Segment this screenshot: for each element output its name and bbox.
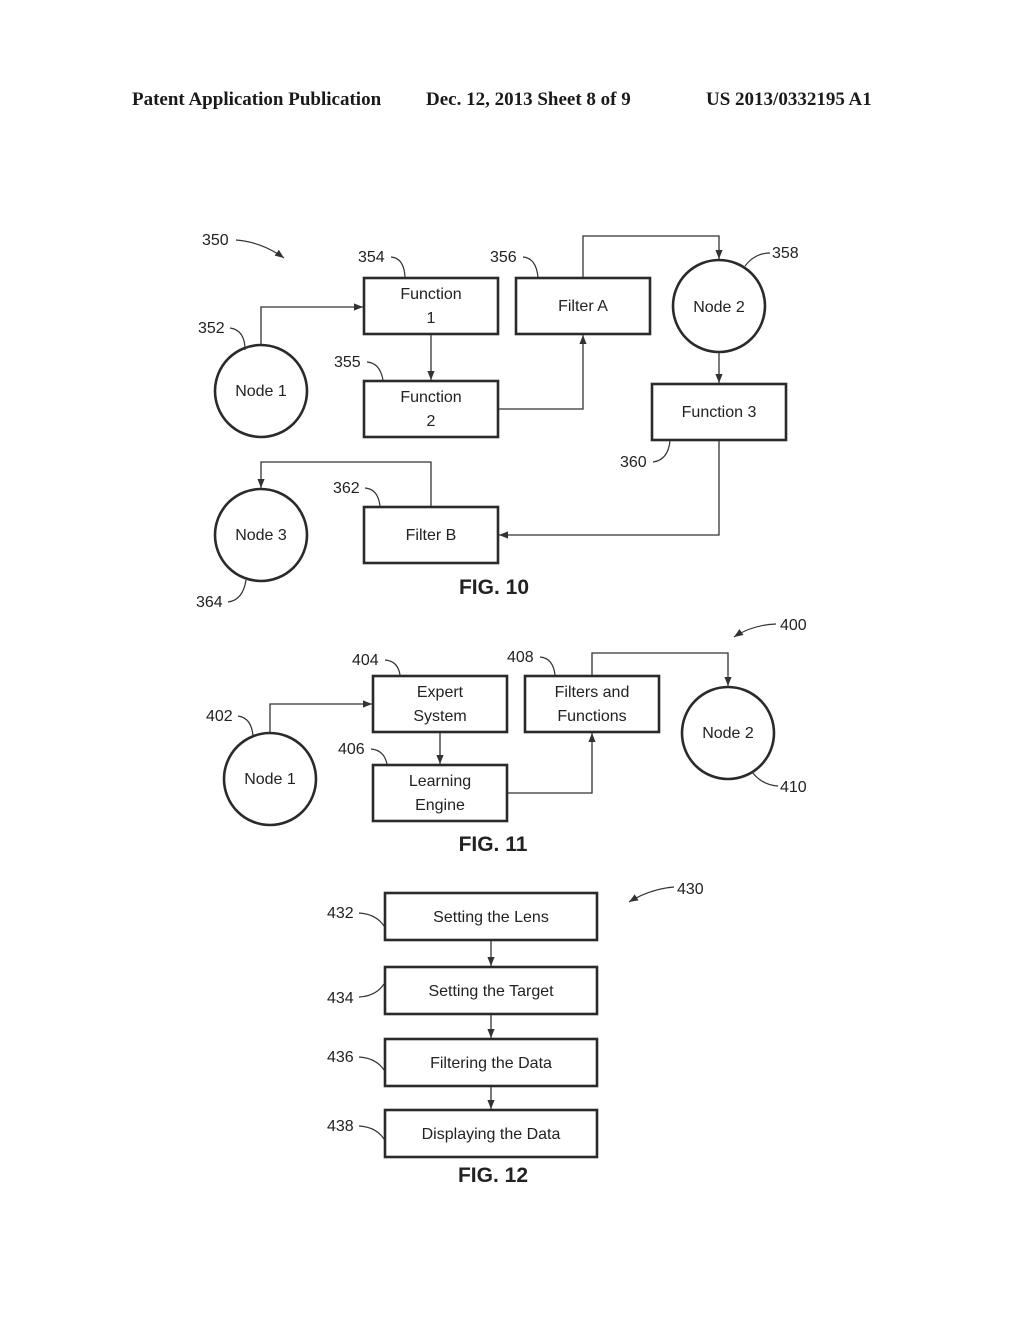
fig10-function1-line2: 1 <box>427 310 436 327</box>
fig-10: 350 Node 1 352 Function 1 354 Function 2… <box>196 232 799 611</box>
ref-350-arrow <box>235 239 285 259</box>
ref-360-leader <box>652 440 671 463</box>
step-label: Filtering the Data <box>430 1055 552 1072</box>
ref-430-arrow <box>628 886 675 903</box>
fig10-node2-label: Node 2 <box>693 299 745 316</box>
ref-358: 358 <box>772 245 799 262</box>
ref-434-leader <box>358 983 385 998</box>
ref-402-leader <box>237 715 254 738</box>
fig10-function3-label: Function 3 <box>682 404 757 421</box>
fig11-node1-label: Node 1 <box>244 771 296 788</box>
ref-400: 400 <box>780 617 807 634</box>
fig11-expert-line2: System <box>413 708 466 725</box>
ref-408: 408 <box>507 649 534 666</box>
fig10-filter-a-label: Filter A <box>558 298 608 315</box>
step-436: Filtering the Data 436 <box>327 1037 599 1088</box>
fig10-caption: FIG. 10 <box>459 576 529 599</box>
ref-364-leader <box>227 579 247 603</box>
ref-436-leader <box>358 1056 385 1071</box>
ref-408-leader <box>539 656 556 676</box>
fig11-node2-label: Node 2 <box>702 725 754 742</box>
ref-400-arrow <box>733 623 777 638</box>
ref-402: 402 <box>206 708 233 725</box>
fig11-expert-line1: Expert <box>417 684 464 701</box>
step-434: Setting the Target 434 <box>327 965 599 1016</box>
fig11-filters-line2: Functions <box>557 708 626 725</box>
ref-430: 430 <box>677 881 704 898</box>
step-438: Displaying the Data 438 <box>327 1108 599 1159</box>
fig-12: 430 Setting the Lens 432 Setting the Tar… <box>327 881 704 1187</box>
edge-node1-function1 <box>260 303 363 345</box>
step-432: Setting the Lens 432 <box>327 891 599 942</box>
step-label: Setting the Lens <box>433 909 549 926</box>
ref-436: 436 <box>327 1049 354 1066</box>
patent-figures: 350 Node 1 352 Function 1 354 Function 2… <box>196 232 807 1187</box>
step-label: Setting the Target <box>428 983 554 1000</box>
ref-360: 360 <box>620 454 647 471</box>
ref-356-leader <box>522 256 539 278</box>
ref-406: 406 <box>338 741 365 758</box>
ref-355: 355 <box>334 354 361 371</box>
ref-438-leader <box>358 1125 385 1140</box>
edge-function3-filter-b <box>499 441 720 539</box>
step-label: Displaying the Data <box>422 1126 561 1143</box>
fig10-function2-line2: 2 <box>427 413 436 430</box>
ref-350: 350 <box>202 232 229 249</box>
ref-406-leader <box>370 748 388 765</box>
fig-11: 400 Node 1 402 Expert System 404 Learnin… <box>206 617 807 856</box>
ref-354-leader <box>390 256 406 278</box>
ref-356: 356 <box>490 249 517 266</box>
ref-355-leader <box>366 361 384 381</box>
edge-learning-filters <box>508 733 596 794</box>
ref-410: 410 <box>780 779 807 796</box>
ref-362: 362 <box>333 480 360 497</box>
ref-354: 354 <box>358 249 385 266</box>
ref-432: 432 <box>327 905 354 922</box>
ref-438: 438 <box>327 1118 354 1135</box>
ref-404-leader <box>384 659 401 676</box>
fig11-filters-line1: Filters and <box>555 684 630 701</box>
fig10-function2-line1: Function <box>400 389 461 406</box>
fig12-caption: FIG. 12 <box>458 1164 528 1187</box>
ref-352-leader <box>229 327 246 351</box>
ref-410-leader <box>751 771 779 787</box>
edge-node1-expert <box>269 700 372 733</box>
fig10-filter-b-label: Filter B <box>406 527 457 544</box>
fig11-caption: FIG. 11 <box>459 833 528 856</box>
fig11-learning-line1: Learning <box>409 773 471 790</box>
ref-352: 352 <box>198 320 225 337</box>
fig11-learning-line2: Engine <box>415 797 465 814</box>
edge-function2-filter-a <box>499 335 587 410</box>
ref-434: 434 <box>327 990 354 1007</box>
fig10-node1-label: Node 1 <box>235 383 287 400</box>
ref-432-leader <box>358 912 385 927</box>
fig10-node3-label: Node 3 <box>235 527 287 544</box>
ref-404: 404 <box>352 652 379 669</box>
ref-362-leader <box>364 487 381 507</box>
ref-358-leader <box>744 252 771 267</box>
fig10-function1-line1: Function <box>400 286 461 303</box>
ref-364: 364 <box>196 594 223 611</box>
